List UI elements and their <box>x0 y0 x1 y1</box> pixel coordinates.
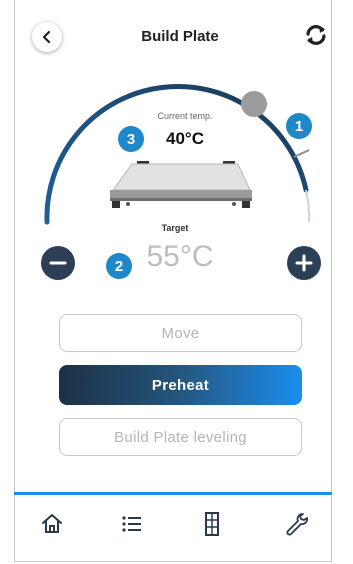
plus-icon <box>295 254 313 272</box>
current-temp-label: Current temp. <box>157 111 213 121</box>
nav-list[interactable] <box>118 510 146 538</box>
preheat-button[interactable]: Preheat <box>59 365 302 405</box>
decrease-button[interactable] <box>41 246 75 280</box>
callout-badge-1: 1 <box>286 113 312 139</box>
storage-icon <box>205 512 219 536</box>
increase-button[interactable] <box>287 246 321 280</box>
callout-badge-3: 3 <box>118 126 144 152</box>
temperature-arc-remaining <box>305 189 311 223</box>
nav-settings[interactable] <box>283 510 311 538</box>
build-plate-leveling-button[interactable]: Build Plate leveling <box>59 418 302 456</box>
build-plate-illustration <box>110 161 252 208</box>
minus-icon <box>49 261 67 265</box>
callout-badge-2: 2 <box>106 253 132 279</box>
list-icon <box>122 516 141 532</box>
bottom-nav-divider <box>14 492 332 495</box>
target-marker <box>293 149 310 158</box>
nav-home[interactable] <box>38 510 66 538</box>
slider-thumb[interactable] <box>241 91 267 117</box>
target-temp-value: 55°C <box>146 240 214 273</box>
current-temp-value: 40°C <box>166 129 204 148</box>
target-temp-label: Target <box>161 223 189 233</box>
nav-storage[interactable] <box>198 510 226 538</box>
home-icon <box>42 514 62 533</box>
move-button[interactable]: Move <box>59 314 302 352</box>
wrench-icon <box>286 513 308 536</box>
temperature-arc <box>44 84 309 225</box>
